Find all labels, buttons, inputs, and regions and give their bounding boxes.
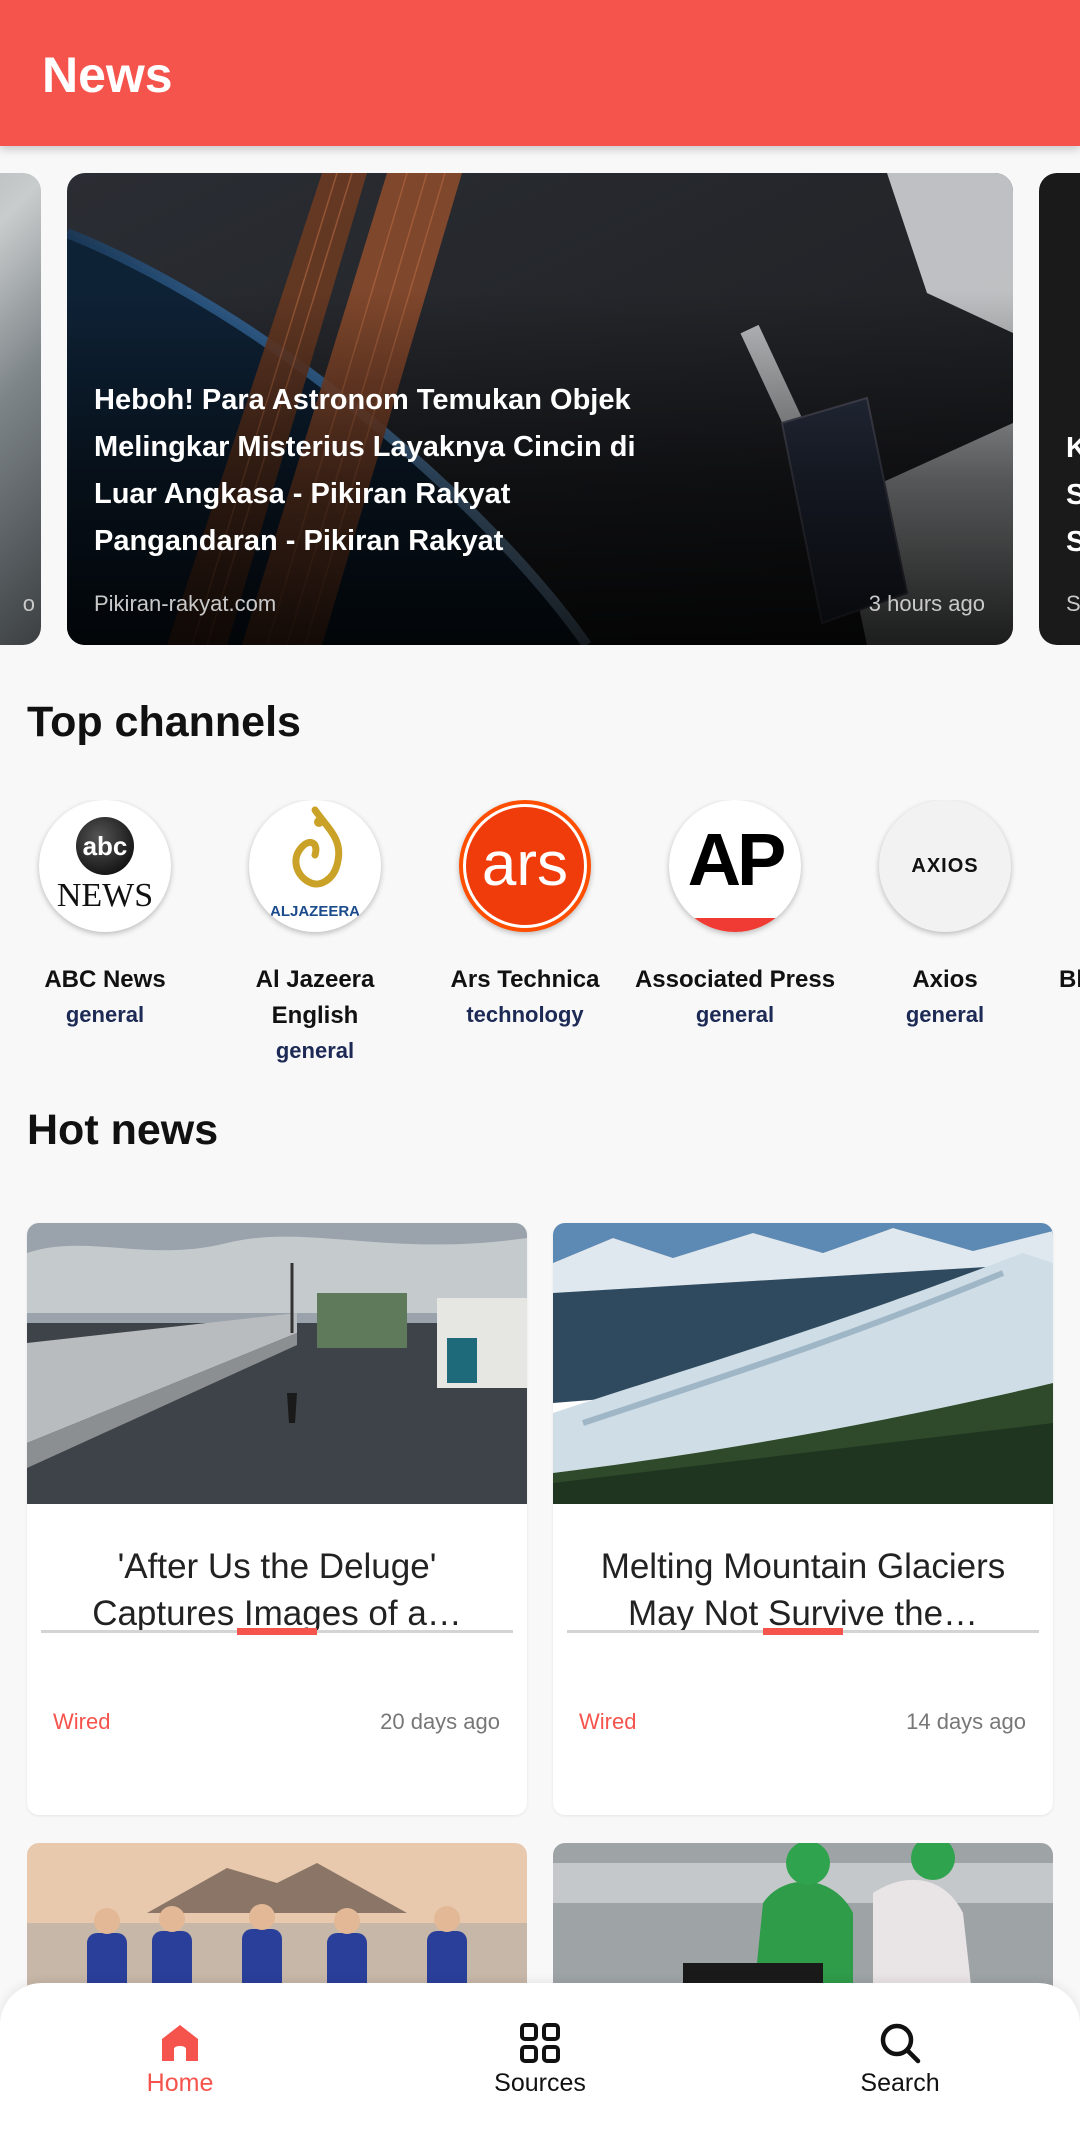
news-card[interactable]: Melting Mountain Glaciers May Not Surviv… xyxy=(553,1223,1053,1815)
al-jazeera-logo: ALJAZEERA xyxy=(249,800,381,932)
abc-logo-text: abc xyxy=(75,817,134,875)
associated-press-logo: AP xyxy=(669,800,801,932)
carousel-slide-next[interactable]: K S S S xyxy=(1039,173,1080,645)
channel-category: general xyxy=(695,1002,775,1027)
channel-ars-technica[interactable]: ars Ars Technica technology xyxy=(420,800,630,1028)
channel-name: Axios xyxy=(912,966,978,993)
app-title: News xyxy=(42,47,173,103)
channel-axios[interactable]: AXIOS Axios general xyxy=(840,800,1050,1028)
news-card-divider-accent xyxy=(763,1628,843,1635)
news-card-title: 'After Us the Deluge' Captures Images of… xyxy=(92,1547,462,1633)
carousel-prev-meta: o xyxy=(22,591,35,616)
carousel-next-line: S xyxy=(1066,526,1080,558)
nav-home[interactable]: Home xyxy=(60,1983,300,2131)
news-card-source: Wired xyxy=(53,1709,111,1734)
carousel-next-line: S xyxy=(1066,479,1080,511)
nav-sources[interactable]: Sources xyxy=(420,1983,660,2131)
channel-name: Bl xyxy=(1059,966,1080,993)
carousel-next-meta: S xyxy=(1066,591,1080,616)
home-icon xyxy=(162,2025,198,2061)
news-card-image xyxy=(553,1843,1053,2003)
news-card[interactable] xyxy=(553,1843,1053,2003)
abc-news-logo: abc NEWS xyxy=(39,800,171,932)
news-card-divider-accent xyxy=(237,1628,317,1635)
channel-category: technology xyxy=(466,1002,584,1027)
carousel-source: Pikiran-rakyat.com xyxy=(94,591,277,616)
channel-partial[interactable]: Bl xyxy=(1050,800,1080,998)
carousel-headline: Heboh! Para Astronom Temukan Objek Melin… xyxy=(94,384,636,557)
nav-home-label: Home xyxy=(146,2069,214,2097)
carousel-next-line: K xyxy=(1066,432,1080,464)
al-jazeera-logo-text: ALJAZEERA xyxy=(270,903,360,920)
channel-associated-press[interactable]: AP Associated Press general xyxy=(630,800,840,1028)
headline-carousel[interactable]: o Heboh! Para Astronom Temukan Objek Mel… xyxy=(0,173,1080,645)
carousel-slide-main[interactable]: Heboh! Para Astronom Temukan Objek Melin… xyxy=(67,173,1013,645)
channel-name: ABC News xyxy=(44,966,166,993)
news-card-time: 20 days ago xyxy=(380,1709,500,1734)
top-channels-heading: Top channels xyxy=(27,698,301,746)
news-card[interactable]: 'After Us the Deluge' Captures Images of… xyxy=(27,1223,527,1815)
nav-search-label: Search xyxy=(860,2069,940,2097)
abc-logo-news: NEWS xyxy=(56,877,154,914)
nav-search[interactable]: Search xyxy=(780,1983,1020,2131)
news-card-image xyxy=(27,1843,527,2003)
channel-name: Al Jazeera English xyxy=(255,966,375,1029)
news-card-image xyxy=(27,1223,527,1504)
news-card-title: Melting Mountain Glaciers May Not Surviv… xyxy=(600,1547,1006,1633)
carousel-slide-previous[interactable]: o xyxy=(0,173,41,645)
search-icon xyxy=(880,2023,921,2064)
channel-abc-news[interactable]: abc NEWS ABC News general xyxy=(0,800,210,1028)
axios-logo: AXIOS xyxy=(879,800,1011,932)
ars-logo-text: ars xyxy=(463,804,587,928)
news-card[interactable] xyxy=(27,1843,527,2003)
nav-sources-label: Sources xyxy=(494,2069,586,2097)
carousel-time: 3 hours ago xyxy=(868,591,985,616)
bottom-navigation: Home Sources Search xyxy=(0,1983,1080,2131)
channel-category: general xyxy=(905,1002,985,1027)
grid-icon xyxy=(520,2023,560,2063)
app-bar: News xyxy=(0,0,1080,146)
news-card-source: Wired xyxy=(579,1709,637,1734)
axios-logo-text: AXIOS xyxy=(911,854,979,877)
news-card-image xyxy=(553,1223,1053,1504)
channel-name: Ars Technica xyxy=(450,966,600,993)
channel-name: Associated Press xyxy=(634,966,836,993)
channels-list[interactable]: abc NEWS ABC News general ALJAZEERA Al J… xyxy=(0,800,1080,1090)
channel-category: general xyxy=(65,1002,145,1027)
ap-logo-text: AP xyxy=(687,817,787,901)
ars-technica-logo: ars xyxy=(459,800,591,932)
channel-al-jazeera[interactable]: ALJAZEERA Al Jazeera English general xyxy=(210,800,420,1064)
news-card-time: 14 days ago xyxy=(906,1709,1026,1734)
channel-category: general xyxy=(275,1038,355,1063)
hot-news-heading: Hot news xyxy=(27,1106,219,1154)
